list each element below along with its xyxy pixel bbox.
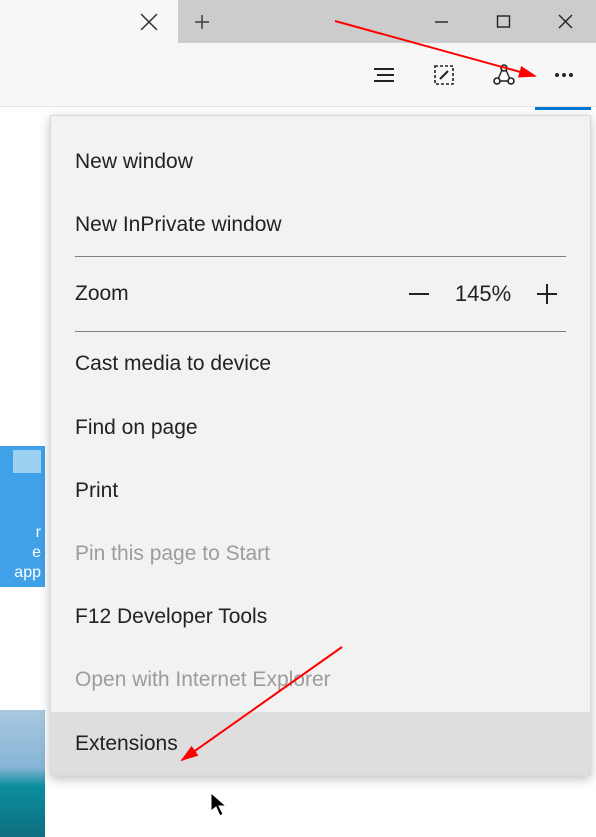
- window-controls: [410, 0, 596, 43]
- zoom-label: Zoom: [75, 282, 129, 306]
- menu-print[interactable]: Print: [51, 459, 590, 522]
- menu-find[interactable]: Find on page: [51, 396, 590, 459]
- tab-strip: [0, 0, 596, 43]
- current-tab[interactable]: [0, 0, 178, 43]
- minimize-button[interactable]: [410, 0, 472, 43]
- more-active-indicator: [535, 107, 591, 110]
- more-icon[interactable]: [542, 53, 586, 97]
- tile-text-1: r: [6, 523, 41, 543]
- menu-devtools[interactable]: F12 Developer Tools: [51, 585, 590, 648]
- menu-extensions[interactable]: Extensions: [51, 712, 590, 775]
- new-tab-button[interactable]: [178, 0, 226, 43]
- zoom-out-button[interactable]: [390, 271, 448, 317]
- share-icon[interactable]: [482, 53, 526, 97]
- menu-cast[interactable]: Cast media to device: [51, 332, 590, 395]
- zoom-value: 145%: [448, 281, 518, 307]
- mouse-cursor-icon: [210, 792, 230, 818]
- menu-new-window[interactable]: New window: [51, 130, 590, 193]
- menu-zoom-row: Zoom 145%: [51, 257, 590, 331]
- start-tile-partial: r e app: [0, 446, 45, 587]
- menu-open-ie: Open with Internet Explorer: [51, 648, 590, 711]
- close-window-button[interactable]: [534, 0, 596, 43]
- maximize-button[interactable]: [472, 0, 534, 43]
- zoom-in-button[interactable]: [518, 271, 576, 317]
- close-tab-icon[interactable]: [140, 13, 158, 31]
- settings-menu: New window New InPrivate window Zoom 145…: [50, 115, 591, 776]
- menu-new-inprivate[interactable]: New InPrivate window: [51, 193, 590, 256]
- web-note-icon[interactable]: [422, 53, 466, 97]
- photo-tile-partial: [0, 710, 45, 837]
- tile-glyph: [13, 450, 41, 473]
- reading-view-icon[interactable]: [362, 53, 406, 97]
- toolbar: [0, 43, 596, 107]
- menu-pin-to-start: Pin this page to Start: [51, 522, 590, 585]
- tile-text-2: e app: [6, 543, 41, 583]
